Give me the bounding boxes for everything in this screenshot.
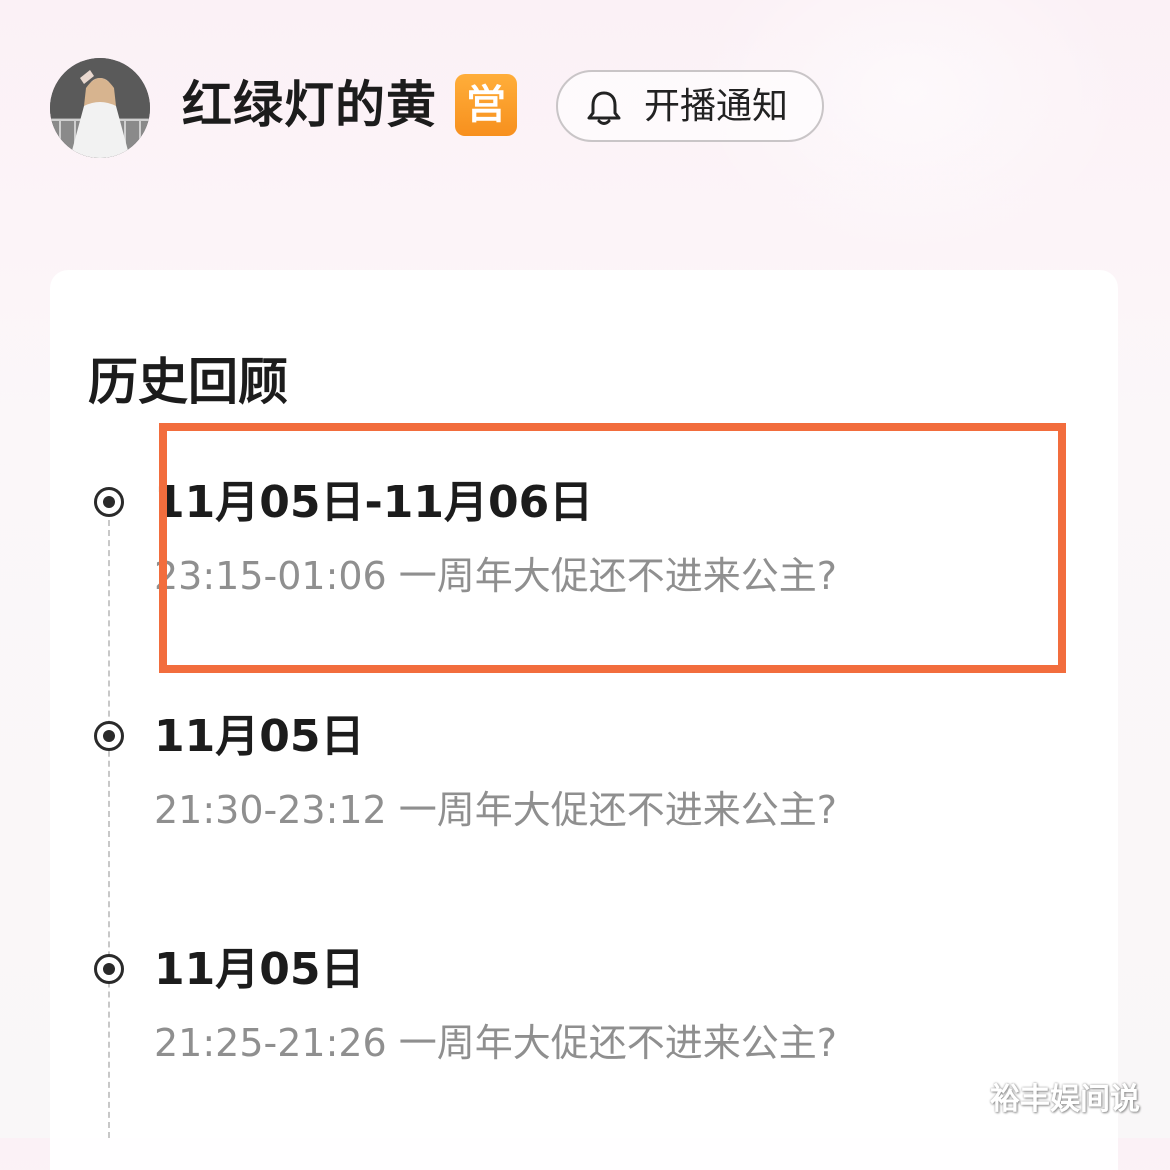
- merchant-badge-icon: 営: [455, 74, 517, 136]
- history-item-desc: 21:25-21:26 一周年大促还不进来公主?: [154, 1021, 837, 1065]
- timeline-dot-icon: [94, 954, 124, 984]
- history-item-date: 11月05日: [154, 944, 365, 995]
- watermark: 裕丰娱间说: [990, 1082, 1140, 1117]
- live-notification-button[interactable]: 开播通知: [556, 70, 824, 142]
- history-item-desc: 23:15-01:06 一周年大促还不进来公主?: [154, 554, 837, 598]
- bell-icon: [587, 91, 621, 125]
- anchor-avatar[interactable]: [50, 58, 150, 158]
- history-item-date: 11月05日-11月06日: [154, 477, 594, 528]
- timeline-dot-icon: [94, 487, 124, 517]
- section-title: 历史回顾: [88, 353, 288, 411]
- history-item-desc: 21:30-23:12 一周年大促还不进来公主?: [154, 788, 837, 832]
- notify-label: 开播通知: [644, 86, 789, 127]
- timeline-dot-icon: [94, 721, 124, 751]
- history-item-date: 11月05日: [154, 711, 365, 762]
- anchor-name: 红绿灯的黄: [182, 76, 437, 134]
